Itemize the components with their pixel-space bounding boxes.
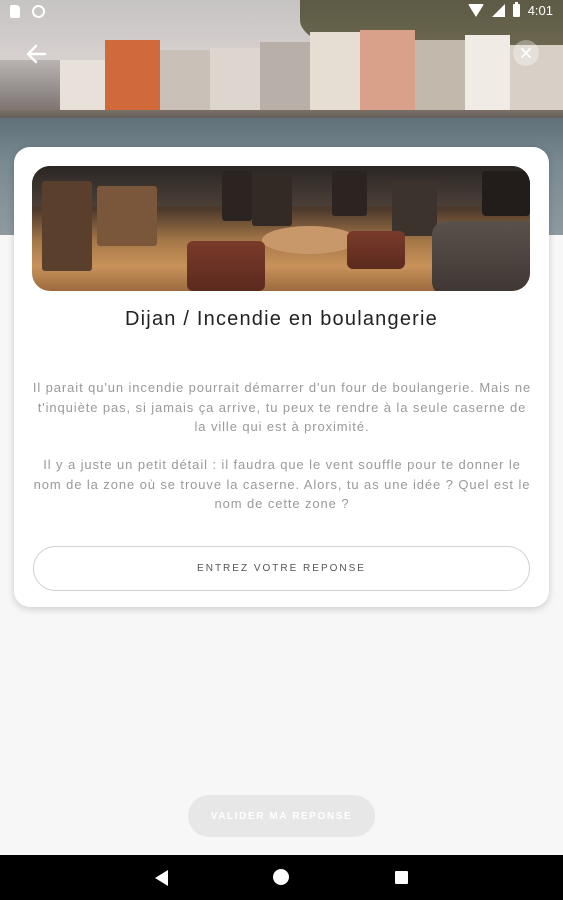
hero-building [310,32,360,120]
question-card: Dijan / Incendie en boulangerie Il parai… [14,147,549,607]
hero-building [360,30,415,120]
hero-building [105,40,160,120]
photo-chair [252,176,292,226]
question-paragraph-2: Il y a juste un petit détail : il faudra… [33,457,531,511]
sync-icon [31,5,45,18]
nav-recent-icon[interactable] [395,871,408,884]
photo-board [482,171,530,216]
hero-building [465,35,510,120]
status-time: 4:01 [527,3,553,18]
status-right: 4:01 [467,2,553,18]
wifi-icon [467,4,484,17]
photo-sofa [432,221,530,291]
hero-building [260,42,310,120]
back-button[interactable] [22,40,50,68]
photo-stool [187,241,265,291]
arrow-left-icon [26,44,47,64]
photo-chair [392,181,437,236]
status-left [10,5,45,20]
nav-home-icon[interactable] [273,869,289,885]
bakery-photo [32,166,530,291]
photo-table [262,226,357,254]
hero-building [415,40,465,120]
photo-chair [42,181,92,271]
photo-chair [332,171,367,216]
sd-card-icon [10,5,20,18]
question-paragraph-1: Il parait qu'un incendie pourrait démarr… [32,380,532,434]
navigation-bar [0,855,563,900]
photo-chair [97,186,157,246]
answer-input[interactable] [33,546,530,591]
close-icon [521,48,531,58]
battery-icon [512,2,520,17]
close-button[interactable] [513,40,539,66]
signal-icon [491,4,505,17]
validate-answer-button[interactable]: VALIDER MA REPONSE [188,795,375,837]
photo-stool [347,231,405,269]
nav-back-icon[interactable] [155,870,168,886]
photo-chair [222,171,252,221]
page-title: Dijan / Incendie en boulangerie [125,308,438,330]
status-bar: 4:01 [0,0,563,24]
